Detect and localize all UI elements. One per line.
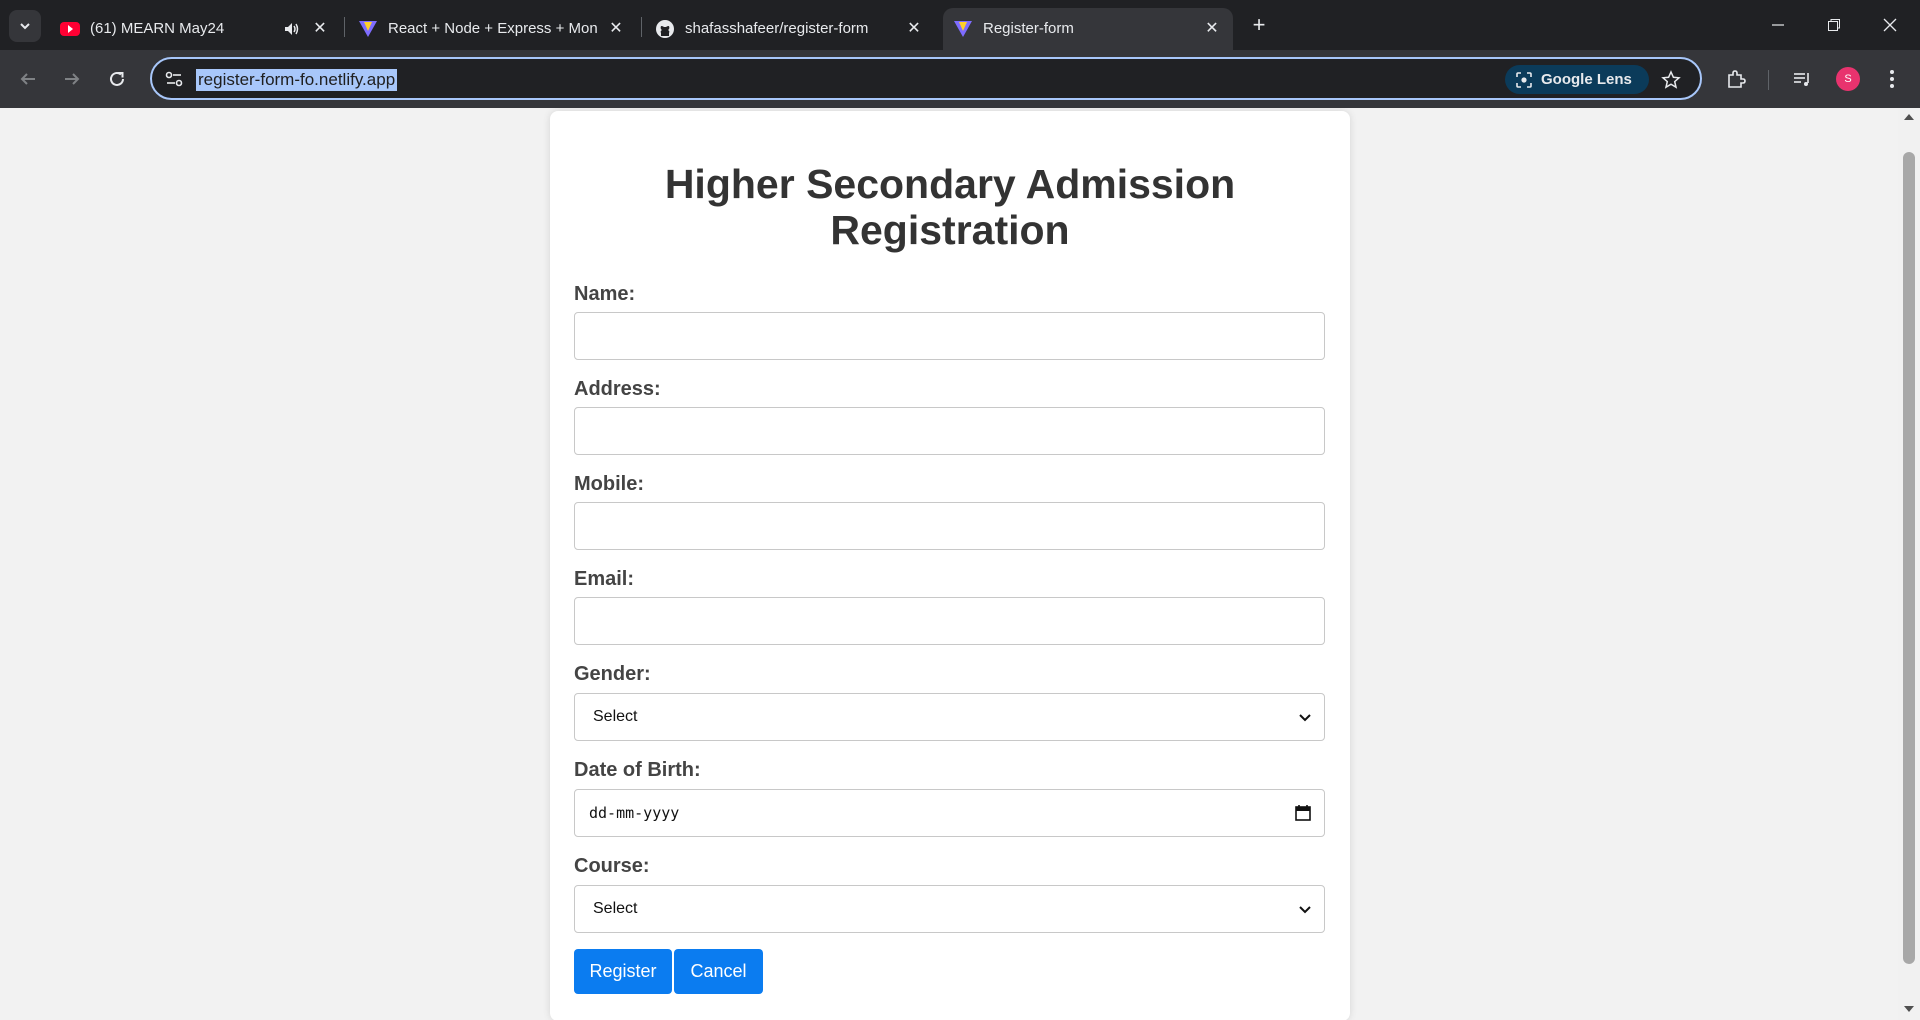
registration-card: Higher Secondary Admission Registration … xyxy=(550,111,1350,1020)
tab-github[interactable]: shafasshafeer/register-form ✕ xyxy=(645,8,935,50)
new-tab-button[interactable]: + xyxy=(1245,11,1273,39)
media-controls-button[interactable] xyxy=(1786,63,1818,95)
cancel-button[interactable]: Cancel xyxy=(674,949,763,994)
github-icon xyxy=(656,20,674,38)
extensions-button[interactable] xyxy=(1720,63,1752,95)
close-icon[interactable]: ✕ xyxy=(310,18,330,38)
gender-selected-value: Select xyxy=(593,708,638,725)
minimize-button[interactable] xyxy=(1750,0,1806,50)
vite-icon xyxy=(359,21,377,37)
calendar-icon[interactable] xyxy=(1294,804,1312,822)
register-button[interactable]: Register xyxy=(574,949,672,994)
more-vert-icon xyxy=(1890,70,1894,88)
close-icon[interactable]: ✕ xyxy=(904,18,924,38)
queue-music-icon xyxy=(1794,73,1809,86)
address-bar[interactable]: register-form-fo.netlify.app Google Lens xyxy=(150,57,1702,100)
profile-avatar[interactable]: S xyxy=(1836,67,1860,91)
email-label: Email: xyxy=(574,568,635,590)
email-input[interactable] xyxy=(574,597,1325,645)
tab-strip: (61) MEARN May24 B1 |MERN ✕ React + Node… xyxy=(0,0,1920,50)
tab-title: (61) MEARN May24 B1 |MERN xyxy=(90,20,228,37)
menu-button[interactable] xyxy=(1876,63,1908,95)
browser-toolbar: register-form-fo.netlify.app Google Lens xyxy=(0,50,1920,108)
tab-title: shafasshafeer/register-form xyxy=(685,20,869,37)
page-scrollbar[interactable] xyxy=(1898,108,1920,1020)
restore-button[interactable] xyxy=(1806,0,1862,50)
tab-divider xyxy=(344,17,345,37)
star-icon xyxy=(1661,70,1681,89)
tab-register-form[interactable]: Register-form ✕ xyxy=(943,8,1233,50)
name-input[interactable] xyxy=(574,312,1325,360)
plus-icon: + xyxy=(1252,12,1266,37)
course-selected-value: Select xyxy=(593,900,638,917)
reload-icon xyxy=(110,71,124,86)
title-line-2: Registration xyxy=(830,207,1070,253)
back-button[interactable] xyxy=(12,63,44,95)
gender-label: Gender: xyxy=(574,663,651,685)
address-input[interactable] xyxy=(574,407,1325,455)
close-window-button[interactable] xyxy=(1862,0,1918,50)
mobile-input[interactable] xyxy=(574,502,1325,550)
course-label: Course: xyxy=(574,855,650,877)
dob-placeholder: dd-mm-yyyy xyxy=(589,804,680,822)
chevron-down-icon xyxy=(1299,906,1311,914)
dob-input[interactable]: dd-mm-yyyy xyxy=(574,789,1325,837)
url-text[interactable]: register-form-fo.netlify.app xyxy=(196,69,398,91)
gender-select[interactable]: Select xyxy=(574,693,1325,741)
tab-title: React + Node + Express + Mongo xyxy=(388,20,598,37)
site-settings-icon xyxy=(165,71,183,87)
close-icon[interactable]: ✕ xyxy=(1202,18,1222,38)
google-lens-button[interactable]: Google Lens xyxy=(1505,65,1649,94)
tab-youtube[interactable]: (61) MEARN May24 B1 |MERN ✕ xyxy=(50,8,340,50)
forward-button[interactable] xyxy=(56,63,88,95)
scroll-up-arrow-icon[interactable] xyxy=(1904,114,1914,120)
puzzle-icon xyxy=(1728,70,1746,88)
scrollbar-thumb[interactable] xyxy=(1903,152,1915,964)
arrow-right-icon xyxy=(65,73,80,85)
page-title: Higher Secondary Admission Registration xyxy=(550,161,1350,253)
lens-label: Google Lens xyxy=(1541,71,1632,88)
name-label: Name: xyxy=(574,283,636,305)
page-viewport: Higher Secondary Admission Registration … xyxy=(0,108,1898,1020)
arrow-left-icon xyxy=(20,73,35,85)
close-icon xyxy=(1883,18,1897,32)
chevron-down-icon xyxy=(1299,714,1311,722)
tab-divider xyxy=(641,17,642,37)
restore-icon xyxy=(1828,19,1840,31)
minimize-icon xyxy=(1772,24,1784,26)
course-select[interactable]: Select xyxy=(574,885,1325,933)
tab-react-node[interactable]: React + Node + Express + Mongo ✕ xyxy=(348,8,638,50)
tab-search-button[interactable] xyxy=(9,10,41,42)
lens-icon xyxy=(1516,72,1532,88)
bookmark-button[interactable] xyxy=(1658,67,1684,93)
close-icon[interactable]: ✕ xyxy=(606,18,626,38)
reload-button[interactable] xyxy=(101,63,133,95)
vite-icon xyxy=(954,21,972,37)
youtube-icon xyxy=(60,22,80,36)
mobile-label: Mobile: xyxy=(574,473,644,495)
title-line-1: Higher Secondary Admission xyxy=(664,161,1236,207)
speaker-icon xyxy=(285,23,299,35)
address-label: Address: xyxy=(574,378,661,400)
tab-title: Register-form xyxy=(983,20,1074,37)
chevron-down-icon xyxy=(20,23,30,30)
scroll-down-arrow-icon[interactable] xyxy=(1904,1006,1914,1012)
toolbar-divider xyxy=(1768,70,1769,90)
dob-label: Date of Birth: xyxy=(574,759,701,781)
